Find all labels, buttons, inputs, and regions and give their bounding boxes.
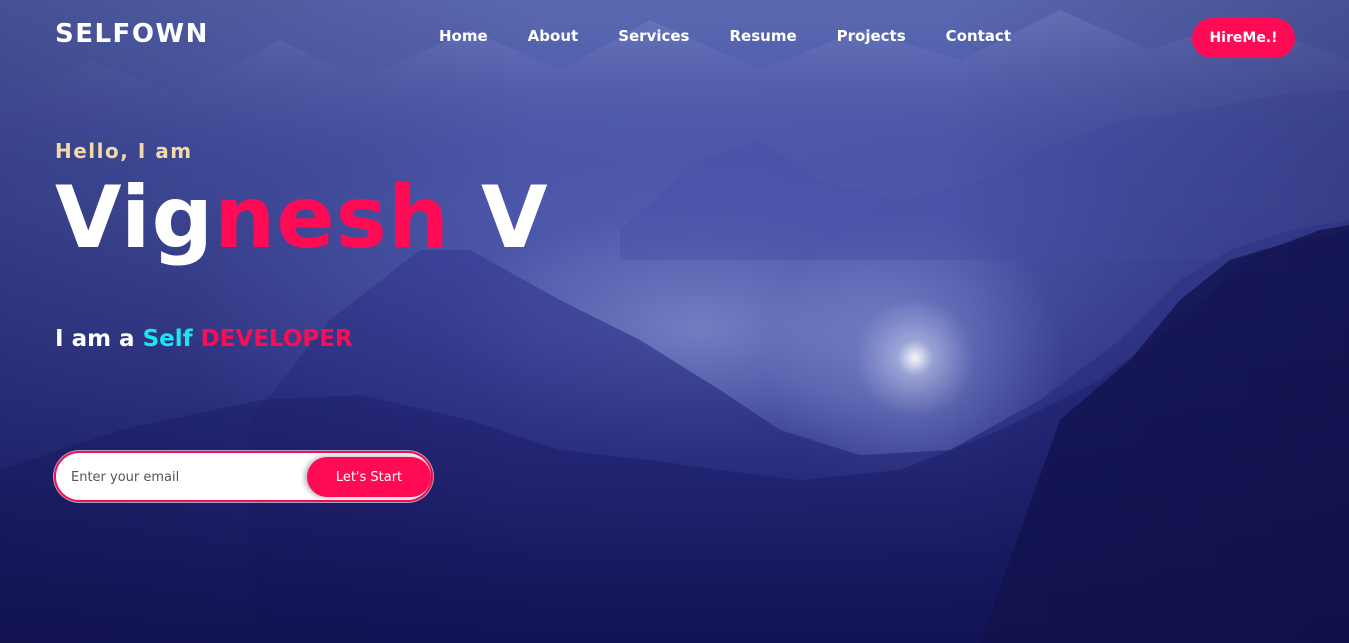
lets-start-button[interactable]: Let's Start: [307, 457, 431, 497]
hero-greeting: Hello, I am: [55, 139, 193, 163]
nav-link-resume[interactable]: Resume: [729, 27, 796, 45]
hero-tagline: I am a Self DEVELOPER: [55, 326, 353, 352]
background-vignette: [0, 0, 1349, 643]
tagline-prefix: I am a: [55, 326, 143, 352]
site-header: SELFOWN Home About Services Resume Proje…: [0, 0, 1349, 76]
hero-name-accent: nesh: [214, 168, 451, 268]
hire-me-button[interactable]: HireMe.!: [1192, 18, 1295, 58]
hero-name-first: Vig: [55, 168, 215, 268]
hero-name: Vignesh V: [55, 168, 549, 268]
nav-link-home[interactable]: Home: [439, 27, 488, 45]
tagline-self: Self: [142, 326, 193, 352]
nav-link-about[interactable]: About: [528, 27, 579, 45]
nav-link-services[interactable]: Services: [618, 27, 689, 45]
email-signup-form: Let's Start: [54, 451, 433, 502]
tagline-role: DEVELOPER: [192, 326, 353, 352]
site-logo[interactable]: SELFOWN: [55, 19, 209, 49]
hero-name-last: V: [450, 168, 549, 268]
main-nav: Home About Services Resume Projects Cont…: [439, 27, 1051, 45]
email-input[interactable]: [71, 466, 291, 488]
hero-background-image: [0, 0, 1349, 643]
nav-link-contact[interactable]: Contact: [946, 27, 1011, 45]
nav-link-projects[interactable]: Projects: [837, 27, 906, 45]
